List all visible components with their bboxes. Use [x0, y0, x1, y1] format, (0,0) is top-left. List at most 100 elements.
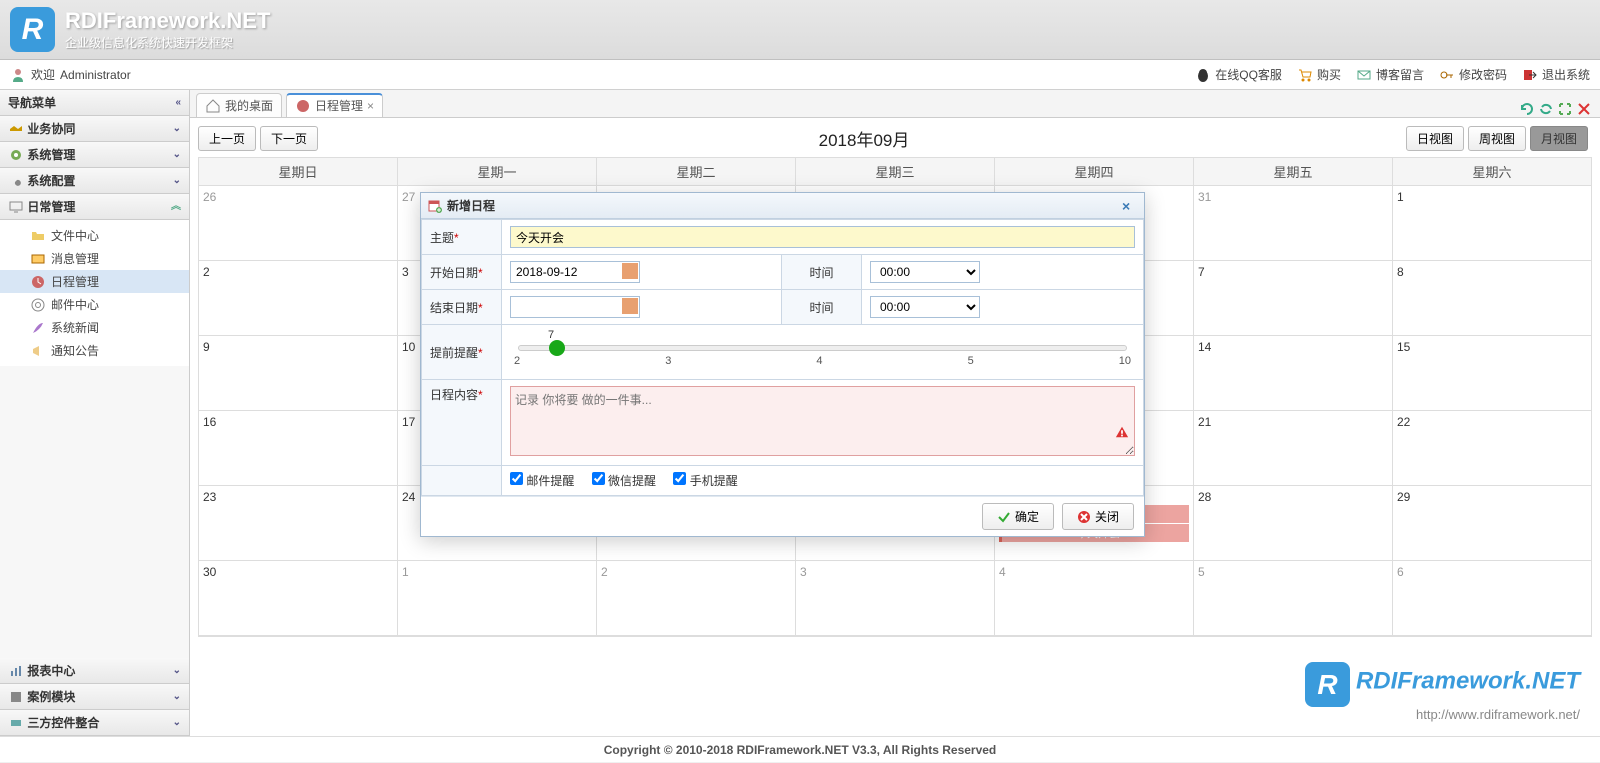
exit-icon	[1522, 67, 1538, 83]
app-header: R RDIFramework.NET 企业级信息化系统快速开发框架	[0, 0, 1600, 60]
calendar-title: 2018年09月	[322, 126, 1406, 151]
calendar-cell[interactable]: 1	[1393, 186, 1591, 261]
clock-icon	[30, 274, 46, 290]
sidebar-group-report[interactable]: 报表中心⌄	[0, 658, 189, 684]
new-schedule-dialog: 新增日程 × 主题* 开始日期* 时间 00:00 结束日期* 时间 00:00…	[420, 192, 1145, 537]
chevron-down-icon: ⌄	[173, 142, 181, 168]
content-label: 日程内容*	[422, 380, 502, 466]
calendar-cell[interactable]: 2	[199, 261, 398, 336]
phone-reminder-checkbox[interactable]: 手机提醒	[673, 474, 737, 488]
calendar-cell[interactable]: 1	[398, 561, 597, 636]
chevron-up-icon: ︽	[171, 194, 181, 220]
footer: Copyright © 2010-2018 RDIFramework.NET V…	[0, 736, 1600, 762]
end-date-input[interactable]	[510, 296, 640, 318]
user-icon	[10, 67, 26, 83]
tab-desktop[interactable]: 我的桌面	[196, 93, 282, 117]
dialog-titlebar[interactable]: 新增日程 ×	[421, 193, 1144, 219]
email-reminder-checkbox[interactable]: 邮件提醒	[510, 474, 574, 488]
day-view-button[interactable]: 日视图	[1406, 126, 1464, 151]
end-time-select[interactable]: 00:00	[870, 296, 980, 318]
refresh-icon[interactable]	[1519, 101, 1535, 117]
collapse-icon: «	[175, 90, 181, 116]
ok-button[interactable]: 确定	[982, 503, 1054, 530]
start-time-label: 时间	[782, 255, 862, 290]
calendar-cell[interactable]: 2	[597, 561, 796, 636]
tab-close-icon[interactable]: ×	[367, 94, 374, 118]
sidebar-group-biz[interactable]: 业务协同⌄	[0, 116, 189, 142]
calendar-cell[interactable]: 3	[796, 561, 995, 636]
wechat-reminder-checkbox[interactable]: 微信提醒	[592, 474, 656, 488]
close-all-icon[interactable]	[1576, 101, 1592, 117]
sidebar-group-cfg[interactable]: 系统配置⌄	[0, 168, 189, 194]
weekday-thu: 星期四	[995, 158, 1194, 186]
submenu-mail[interactable]: 邮件中心	[0, 293, 189, 316]
calendar-cell[interactable]: 28	[1194, 486, 1393, 561]
calendar-cell[interactable]: 5	[1194, 561, 1393, 636]
start-date-input[interactable]	[510, 261, 640, 283]
calendar-cell[interactable]: 8	[1393, 261, 1591, 336]
prev-page-button[interactable]: 上一页	[198, 126, 256, 151]
slider-knob[interactable]	[549, 340, 565, 356]
calendar-cell[interactable]: 29	[1393, 486, 1591, 561]
qq-support-link[interactable]: 在线QQ客服	[1195, 66, 1282, 83]
home-icon	[205, 98, 221, 114]
module-icon	[8, 689, 24, 705]
sidebar-group-thirdparty[interactable]: 三方控件整合⌄	[0, 710, 189, 736]
submenu-files[interactable]: 文件中心	[0, 224, 189, 247]
submenu-messages[interactable]: 消息管理	[0, 247, 189, 270]
calendar-cell[interactable]: 6	[1393, 561, 1591, 636]
sidebar-group-sys[interactable]: 系统管理⌄	[0, 142, 189, 168]
calendar-cell[interactable]: 4	[995, 561, 1194, 636]
remind-slider[interactable]: 7 2 3 4 5 10	[510, 331, 1135, 373]
content-textarea[interactable]	[510, 386, 1135, 456]
nav-menu-header[interactable]: 导航菜单«	[0, 90, 189, 116]
change-password-link[interactable]: 修改密码	[1439, 66, 1507, 83]
slider-tick: 5	[968, 355, 974, 367]
slider-tick: 3	[665, 355, 671, 367]
calendar-picker-icon[interactable]	[622, 298, 638, 314]
tab-schedule[interactable]: 日程管理×	[286, 93, 383, 117]
week-view-button[interactable]: 周视图	[1468, 126, 1526, 151]
calendar-cell[interactable]: 22	[1393, 411, 1591, 486]
weekday-fri: 星期五	[1194, 158, 1393, 186]
calendar-cell[interactable]: 23	[199, 486, 398, 561]
maximize-icon[interactable]	[1557, 101, 1573, 117]
slider-tick: 10	[1119, 355, 1131, 367]
blog-link[interactable]: 博客留言	[1356, 66, 1424, 83]
calendar-cell[interactable]: 7	[1194, 261, 1393, 336]
submenu-news[interactable]: 系统新闻	[0, 316, 189, 339]
slider-tick: 4	[816, 355, 822, 367]
weekday-sun: 星期日	[199, 158, 398, 186]
brand-title: RDIFramework.NET	[65, 8, 270, 34]
calendar-cell[interactable]: 30	[199, 561, 398, 636]
calendar-cell[interactable]: 15	[1393, 336, 1591, 411]
calendar-cell[interactable]: 26	[199, 186, 398, 261]
subject-input[interactable]	[510, 226, 1135, 248]
chevron-down-icon: ⌄	[173, 116, 181, 142]
calendar-cell[interactable]: 21	[1194, 411, 1393, 486]
qq-icon	[1195, 67, 1211, 83]
calendar-cell[interactable]: 31	[1194, 186, 1393, 261]
calendar-cell[interactable]: 9	[199, 336, 398, 411]
calendar-cell[interactable]: 16	[199, 411, 398, 486]
dialog-close-icon[interactable]: ×	[1122, 198, 1138, 214]
cancel-icon	[1077, 510, 1091, 524]
calendar-cell[interactable]: 14	[1194, 336, 1393, 411]
sidebar-group-daily[interactable]: 日常管理︽	[0, 194, 189, 220]
weekday-sat: 星期六	[1393, 158, 1591, 186]
sync-icon[interactable]	[1538, 101, 1554, 117]
buy-link[interactable]: 购买	[1297, 66, 1341, 83]
start-time-select[interactable]: 00:00	[870, 261, 980, 283]
calendar-picker-icon[interactable]	[622, 263, 638, 279]
close-button[interactable]: 关闭	[1062, 503, 1134, 530]
next-page-button[interactable]: 下一页	[260, 126, 318, 151]
sidebar-group-case[interactable]: 案例模块⌄	[0, 684, 189, 710]
submenu-schedule[interactable]: 日程管理	[0, 270, 189, 293]
brand-logo-icon: R	[10, 7, 55, 52]
logout-link[interactable]: 退出系统	[1522, 66, 1590, 83]
month-view-button[interactable]: 月视图	[1530, 126, 1588, 151]
plugin-icon	[8, 715, 24, 731]
subject-label: 主题*	[422, 220, 502, 255]
dialog-title-text: 新增日程	[447, 197, 495, 214]
submenu-notice[interactable]: 通知公告	[0, 339, 189, 362]
